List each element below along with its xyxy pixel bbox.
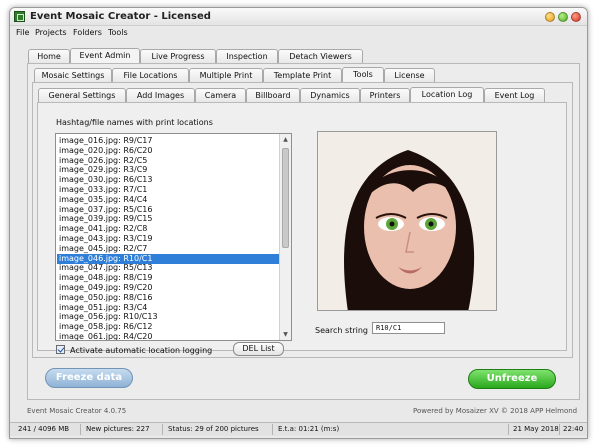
selected-picture-preview (317, 131, 497, 311)
eta-status: E.t.a: 01:21 (m:s) (278, 425, 340, 433)
auto-logging-checkbox[interactable] (56, 345, 65, 354)
memory-status: 241 / 4096 MB (18, 425, 70, 433)
search-string-label: Search string (315, 326, 368, 335)
list-item[interactable]: image_049.jpg: R9/C20 (57, 283, 279, 293)
minimize-button[interactable] (545, 12, 555, 22)
tab-detach-viewers[interactable]: Detach Viewers (278, 49, 363, 63)
tab-dynamics[interactable]: Dynamics (300, 88, 360, 102)
menu-folders[interactable]: Folders (73, 28, 102, 37)
tab-template-print[interactable]: Template Print (263, 68, 342, 82)
tab-location-log[interactable]: Location Log (410, 87, 484, 102)
location-listbox[interactable]: image_016.jpg: R9/C17 image_020.jpg: R6/C… (55, 133, 292, 341)
tab-home[interactable]: Home (28, 49, 70, 63)
app-window: Event Mosaic Creator - Licensed File Pro… (9, 7, 588, 439)
list-item[interactable]: image_046.jpg: R10/C1 (57, 253, 279, 264)
scroll-up-arrow-icon[interactable]: ▲ (280, 134, 291, 145)
list-item[interactable]: image_037.jpg: R5/C16 (57, 205, 279, 215)
portrait-image (318, 132, 496, 310)
list-scrollbar[interactable]: ▲ ▼ (279, 134, 291, 340)
list-item[interactable]: image_058.jpg: R6/C12 (57, 322, 279, 332)
powered-by-text: Powered by Mosaizer XV © 2018 APP Helmon… (413, 407, 578, 415)
tab-general-settings[interactable]: General Settings (38, 88, 126, 102)
list-item[interactable]: image_035.jpg: R4/C4 (57, 195, 279, 205)
list-item[interactable]: image_020.jpg: R6/C20 (57, 146, 279, 156)
freeze-data-button[interactable]: Freeze data (45, 368, 133, 388)
date-status: 21 May 2018 (513, 425, 559, 433)
tab-live-progress[interactable]: Live Progress (140, 49, 216, 63)
list-label: Hashtag/file names with print locations (56, 118, 213, 127)
tab-license[interactable]: License (384, 68, 435, 82)
maximize-button[interactable] (558, 12, 568, 22)
scroll-down-arrow-icon[interactable]: ▼ (280, 329, 291, 340)
tab-add-images[interactable]: Add Images (126, 88, 195, 102)
tab-camera[interactable]: Camera (195, 88, 246, 102)
list-item[interactable]: image_033.jpg: R7/C1 (57, 185, 279, 195)
list-item[interactable]: image_045.jpg: R2/C7 (57, 244, 279, 254)
del-list-button[interactable]: DEL List (233, 342, 284, 356)
menu-bar: File Projects Folders Tools (10, 27, 587, 40)
close-button[interactable] (571, 12, 581, 22)
search-string-input[interactable]: R10/C1 (372, 322, 445, 334)
list-item[interactable]: image_026.jpg: R2/C5 (57, 156, 279, 166)
list-item[interactable]: image_016.jpg: R9/C17 (57, 136, 279, 146)
tab-billboard[interactable]: Billboard (246, 88, 300, 102)
list-item[interactable]: image_029.jpg: R3/C9 (57, 165, 279, 175)
status-divider (80, 424, 81, 435)
list-item[interactable]: image_047.jpg: R5/C13 (57, 263, 279, 273)
menu-tools[interactable]: Tools (108, 28, 128, 37)
title-bar: Event Mosaic Creator - Licensed (10, 8, 587, 26)
list-item[interactable]: image_043.jpg: R3/C19 (57, 234, 279, 244)
app-logo-icon (14, 11, 25, 22)
tab-mosaic-settings[interactable]: Mosaic Settings (34, 68, 112, 82)
auto-logging-label: Activate automatic location logging (70, 346, 213, 355)
tab-file-locations[interactable]: File Locations (112, 68, 189, 82)
unfreeze-button[interactable]: Unfreeze (468, 369, 556, 389)
list-item[interactable]: image_048.jpg: R8/C19 (57, 273, 279, 283)
tab-tools[interactable]: Tools (342, 67, 384, 82)
tab-multiple-print[interactable]: Multiple Print (189, 68, 263, 82)
tab-event-admin[interactable]: Event Admin (70, 48, 140, 63)
tab-event-log[interactable]: Event Log (484, 88, 545, 102)
scroll-thumb[interactable] (282, 148, 289, 248)
list-item[interactable]: image_056.jpg: R10/C13 (57, 312, 279, 322)
menu-projects[interactable]: Projects (35, 28, 67, 37)
status-divider (162, 424, 163, 435)
status-divider (272, 424, 273, 435)
list-item[interactable]: image_039.jpg: R9/C15 (57, 214, 279, 224)
list-item[interactable]: image_061.jpg: R4/C20 (57, 332, 279, 340)
tab-inspection[interactable]: Inspection (216, 49, 278, 63)
list-item[interactable]: image_051.jpg: R3/C4 (57, 303, 279, 313)
status-bar: 241 / 4096 MB New pictures: 227 Status: … (10, 422, 587, 436)
window-title: Event Mosaic Creator - Licensed (30, 11, 211, 22)
status-divider (559, 424, 560, 435)
list-item[interactable]: image_030.jpg: R6/C13 (57, 175, 279, 185)
version-text: Event Mosaic Creator 4.0.75 (27, 407, 127, 415)
status-divider (508, 424, 509, 435)
list-item[interactable]: image_041.jpg: R2/C8 (57, 224, 279, 234)
list-item[interactable]: image_050.jpg: R8/C16 (57, 293, 279, 303)
progress-status: Status: 29 of 200 pictures (168, 425, 259, 433)
time-status: 22:40 (563, 425, 584, 433)
menu-file[interactable]: File (16, 28, 29, 37)
tab-printers[interactable]: Printers (360, 88, 410, 102)
new-pictures-status: New pictures: 227 (86, 425, 150, 433)
